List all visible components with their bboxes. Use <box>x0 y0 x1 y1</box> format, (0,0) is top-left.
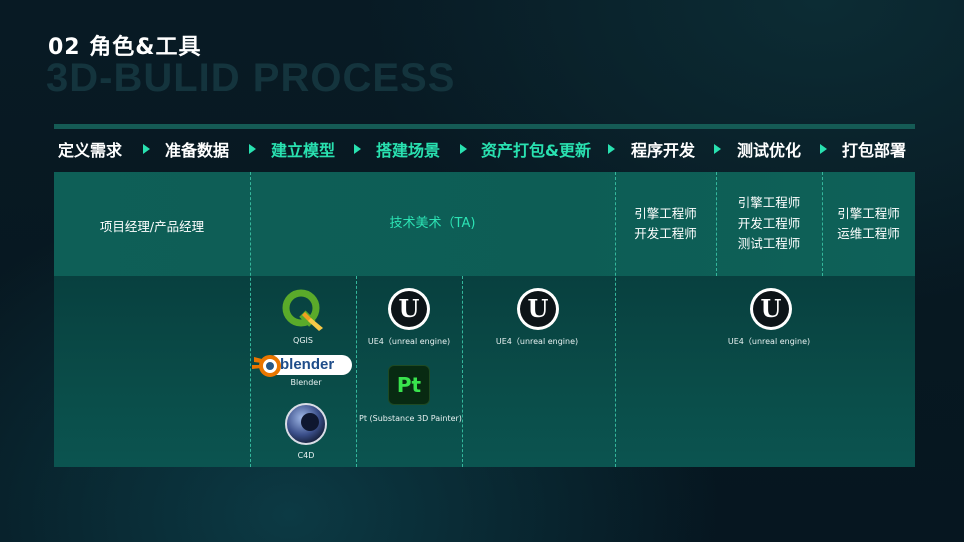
unreal-engine-icon: U <box>388 288 430 330</box>
page-subtitle: 3D-BULID PROCESS <box>46 56 456 100</box>
step-program-dev: 程序开发 <box>630 141 695 160</box>
process-top-bar <box>54 124 915 129</box>
blender-label: Blender <box>290 378 322 387</box>
role-deploy-ops: 运维工程师 <box>837 226 900 241</box>
ue4-label: UE4（unreal engine) <box>727 337 811 346</box>
column-divider <box>356 276 357 467</box>
play-arrow-icon <box>354 144 361 154</box>
play-arrow-icon <box>249 144 256 154</box>
c4d-label: C4D <box>297 451 315 460</box>
role-technical-artist: 技术美术（TA) <box>389 216 476 231</box>
role-test-developer: 开发工程师 <box>737 216 801 231</box>
role-test-engine: 引擎工程师 <box>737 195 801 210</box>
substance-painter-label: Pt (Substance 3D Painter) <box>359 414 462 423</box>
step-build-scene: 搭建场景 <box>375 141 440 160</box>
unreal-engine-icon: U <box>750 288 792 330</box>
role-test-tester: 测试工程师 <box>737 236 801 251</box>
role-dev-engine: 引擎工程师 <box>634 206 697 221</box>
play-arrow-icon <box>820 144 827 154</box>
step-prepare-data: 准备数据 <box>164 141 229 160</box>
step-define-requirements: 定义需求 <box>57 141 122 160</box>
step-package-deploy: 打包部署 <box>841 141 906 160</box>
column-divider <box>462 276 463 467</box>
step-test-optimize: 测试优化 <box>736 141 801 160</box>
play-arrow-icon <box>608 144 615 154</box>
step-asset-pack-update: 资产打包&更新 <box>481 141 591 160</box>
ue4-label: UE4（unreal engine) <box>495 337 579 346</box>
play-arrow-icon <box>143 144 150 154</box>
substance-painter-icon: Pt <box>388 365 430 405</box>
blender-icon: blender <box>252 351 352 379</box>
c4d-icon <box>285 403 327 445</box>
role-dev-developer: 开发工程师 <box>634 226 697 241</box>
role-pm: 项目经理/产品经理 <box>99 219 205 234</box>
step-build-model: 建立模型 <box>270 141 335 160</box>
play-arrow-icon <box>460 144 467 154</box>
qgis-label: QGIS <box>293 336 313 345</box>
role-deploy-engine: 引擎工程师 <box>837 206 900 221</box>
qgis-icon <box>282 289 323 331</box>
ue4-label: UE4（unreal engine) <box>367 337 451 346</box>
unreal-engine-icon: U <box>517 288 559 330</box>
play-arrow-icon <box>714 144 721 154</box>
